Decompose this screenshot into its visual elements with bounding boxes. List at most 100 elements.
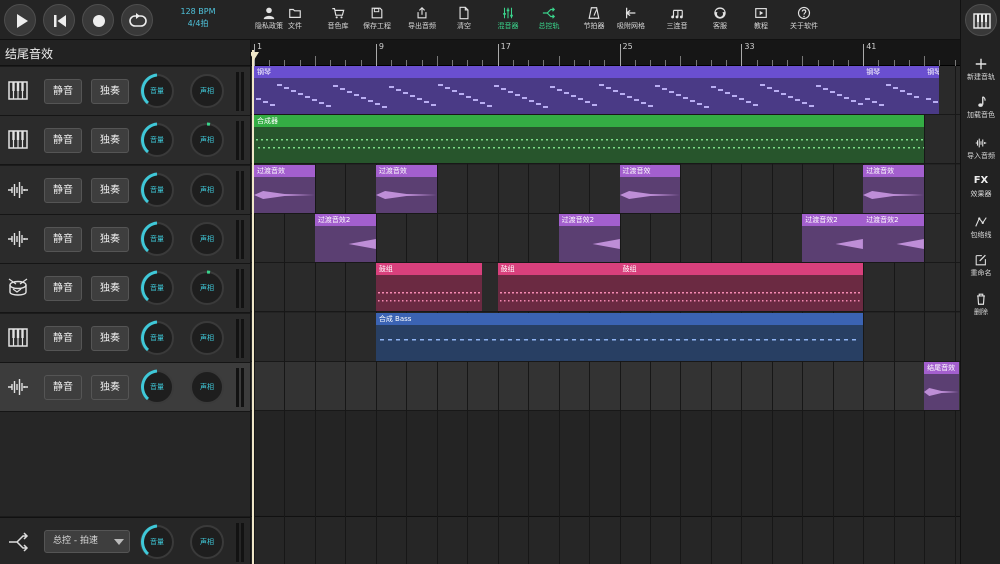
master-track-icon — [9, 532, 29, 552]
music-note-button[interactable]: 加载音色 — [961, 95, 1000, 120]
toolbar-item-snap-grid[interactable]: 吸附网格 — [606, 6, 656, 31]
solo-button[interactable]: 独奏 — [91, 276, 129, 302]
clip[interactable]: 过渡音效 — [375, 164, 437, 213]
clip[interactable]: 鼓组 — [619, 263, 864, 312]
track-row[interactable]: 静音 独奏 音量 声相 — [0, 214, 250, 264]
envelope-button[interactable]: 包络线 — [961, 215, 1000, 240]
clip[interactable]: 过渡音效2 — [802, 213, 864, 262]
pan-knob[interactable]: 声相 — [188, 319, 226, 357]
playhead-marker-icon[interactable] — [251, 52, 259, 60]
play-button[interactable] — [4, 4, 36, 36]
trash-button[interactable]: 删除 — [961, 292, 1000, 317]
clip-label: 过渡音效 — [619, 164, 681, 177]
clip[interactable]: 过渡音效 — [619, 164, 681, 213]
volume-knob[interactable]: 音量 — [138, 121, 176, 159]
track-lane[interactable] — [251, 164, 960, 214]
track-row[interactable]: 静音 独奏 音量 声相 — [0, 264, 250, 314]
arrangement-grid[interactable]: 钢琴钢琴钢琴合成器过渡音效过渡音效过渡音效过渡音效过渡音效2过渡音效2过渡音效2… — [251, 66, 960, 564]
mute-button[interactable]: 静音 — [44, 374, 82, 400]
ruler-bar-marker — [741, 44, 743, 66]
toolbar-item-save[interactable]: 保存工程 — [352, 6, 402, 31]
tempo-display[interactable]: 128 BPM 4/4拍 — [168, 6, 228, 30]
master-parameter-select[interactable]: 总控 - 拍速 — [44, 530, 130, 553]
clip[interactable]: 过渡音效2 — [314, 213, 376, 262]
track-row[interactable]: 静音 独奏 音量 声相 — [0, 116, 250, 166]
record-button[interactable] — [82, 4, 114, 36]
clip[interactable]: 过渡音效 — [254, 164, 315, 213]
clip[interactable]: 过渡音效2 — [863, 213, 925, 262]
ruler-tick — [802, 56, 804, 66]
volume-knob[interactable]: 音量 — [138, 319, 176, 357]
clip[interactable]: 合成器 — [254, 115, 925, 164]
master-volume-knob[interactable]: 音量 — [138, 523, 176, 561]
volume-knob[interactable]: 音量 — [138, 171, 176, 209]
track-lane[interactable] — [251, 361, 960, 411]
mute-button[interactable]: 静音 — [44, 325, 82, 351]
volume-knob[interactable]: 音量 — [138, 269, 176, 307]
pan-knob[interactable]: 声相 — [188, 171, 226, 209]
track-row[interactable]: 静音 独奏 音量 声相 — [0, 362, 250, 412]
edit-button[interactable]: 重命名 — [961, 253, 1000, 278]
volume-label: 音量 — [150, 185, 164, 194]
toolbar-item-master-track[interactable]: 总控轨 — [524, 6, 574, 31]
clip[interactable]: 鼓组 — [375, 263, 483, 312]
arrangement-timeline[interactable]: 1917253341 钢琴钢琴钢琴合成器过渡音效过渡音效过渡音效过渡音效过渡音效… — [250, 40, 960, 564]
toolbar-item-help[interactable]: 关于软件 — [779, 6, 829, 31]
empty-lane-area[interactable] — [251, 411, 960, 516]
mute-button[interactable]: 静音 — [44, 128, 82, 154]
level-meter — [236, 170, 245, 210]
plus-button[interactable]: 新建音轨 — [961, 57, 1000, 82]
clip[interactable]: 钢琴 — [924, 66, 940, 114]
clip-label: 合成 Bass — [375, 312, 864, 325]
pan-knob[interactable]: 声相 — [188, 72, 226, 110]
solo-button[interactable]: 独奏 — [91, 177, 129, 203]
pan-knob[interactable]: 声相 — [188, 368, 226, 406]
solo-button[interactable]: 独奏 — [91, 374, 129, 400]
piano-roll-button[interactable] — [965, 4, 997, 36]
track-row[interactable]: 静音 独奏 音量 声相 — [0, 313, 250, 363]
clip[interactable]: 鼓组 — [497, 263, 620, 312]
mute-button[interactable]: 静音 — [44, 276, 82, 302]
level-meter — [236, 269, 245, 309]
clip[interactable]: 结尾音效 — [924, 361, 960, 410]
piano-icon — [8, 327, 28, 347]
loop-button[interactable] — [121, 4, 153, 36]
volume-knob[interactable]: 音量 — [138, 72, 176, 110]
track-row[interactable]: 静音 独奏 音量 声相 — [0, 165, 250, 215]
ruler-tick — [436, 56, 438, 66]
mute-button[interactable]: 静音 — [44, 79, 82, 104]
clip[interactable]: 钢琴 — [863, 66, 925, 114]
mute-button[interactable]: 静音 — [44, 177, 82, 203]
pan-knob[interactable]: 声相 — [188, 269, 226, 307]
solo-button[interactable]: 独奏 — [91, 128, 129, 154]
clip-content — [865, 84, 920, 106]
master-pan-knob[interactable]: 声相 — [188, 523, 226, 561]
solo-button[interactable]: 独奏 — [91, 325, 129, 351]
rewind-button[interactable] — [43, 4, 75, 36]
mute-button[interactable]: 静音 — [44, 226, 82, 252]
level-meter — [236, 121, 245, 161]
pan-knob[interactable]: 声相 — [188, 220, 226, 258]
clip[interactable]: 合成 Bass — [375, 312, 864, 361]
solo-button[interactable]: 独奏 — [91, 226, 129, 252]
volume-knob[interactable]: 音量 — [138, 368, 176, 406]
master-lane[interactable] — [251, 516, 960, 564]
ruler-bar-marker — [619, 44, 621, 66]
effects-button[interactable]: FX 效果器 — [961, 174, 1000, 199]
volume-knob[interactable]: 音量 — [138, 220, 176, 258]
piano-icon — [8, 81, 28, 100]
edit-icon — [975, 254, 986, 266]
timeline-ruler[interactable]: 1 9 17 25 33 41 — [251, 40, 960, 66]
clip[interactable]: 钢琴 — [254, 66, 864, 114]
project-title[interactable]: 结尾音效 — [5, 45, 53, 62]
toolbar-item-document[interactable]: 清空 — [439, 6, 489, 31]
clip[interactable]: 过渡音效2 — [558, 213, 620, 262]
track-row[interactable]: 静音 独奏 音量 声相 — [0, 67, 250, 116]
pan-knob[interactable]: 声相 — [188, 121, 226, 159]
playhead[interactable] — [252, 50, 254, 564]
grid-line — [954, 66, 956, 564]
clip[interactable]: 过渡音效 — [863, 164, 925, 213]
import-audio-button[interactable]: 导入音频 — [961, 136, 1000, 161]
solo-button[interactable]: 独奏 — [91, 79, 129, 104]
project-header: 结尾音效 — [0, 40, 250, 66]
